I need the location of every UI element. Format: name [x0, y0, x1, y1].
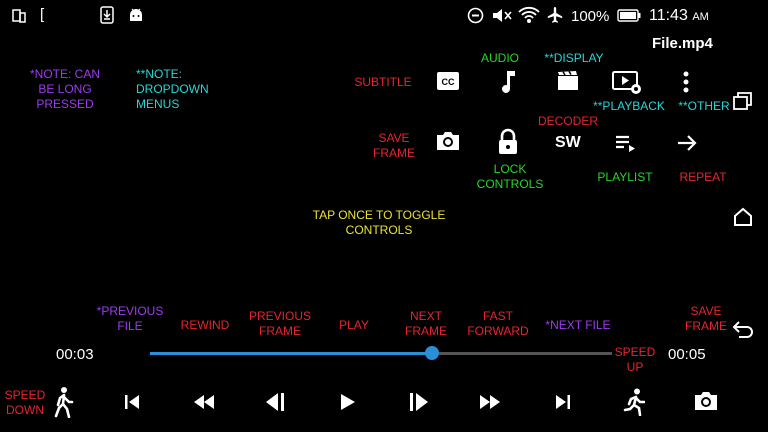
label-fast-forward: FAST FORWARD — [467, 309, 529, 338]
more-vertical-icon — [682, 71, 690, 93]
download-icon — [100, 6, 114, 29]
camera-icon — [435, 130, 461, 152]
more-options-button[interactable] — [682, 71, 690, 93]
recent-apps-icon — [733, 92, 753, 110]
battery-icon — [617, 9, 641, 27]
fast-forward-button[interactable] — [479, 395, 501, 409]
lock-icon — [497, 128, 519, 156]
label-speed-up: SPEED UP — [614, 345, 656, 374]
display-button[interactable] — [556, 70, 580, 92]
next-file-button[interactable] — [555, 394, 571, 410]
total-time: 00:05 — [668, 346, 706, 363]
speed-up-button[interactable] — [623, 388, 645, 416]
label-save-frame-bottom: SAVE FRAME — [685, 304, 727, 333]
home-icon — [733, 207, 753, 227]
wifi-icon — [518, 5, 540, 30]
running-person-icon — [623, 388, 645, 416]
walking-person-icon — [52, 386, 74, 418]
subtitle-button[interactable]: CC — [436, 71, 460, 91]
clock-ampm: AM — [692, 11, 709, 23]
save-frame-top-button[interactable] — [435, 130, 461, 152]
back-button[interactable] — [731, 320, 755, 340]
label-play: PLAY — [339, 318, 369, 332]
seek-bar[interactable] — [150, 346, 612, 360]
label-save-frame-top: SAVE FRAME — [373, 131, 415, 160]
label-next-frame: NEXT FRAME — [405, 309, 447, 338]
fast-forward-icon — [479, 395, 501, 409]
battery-percent: 100% — [571, 8, 610, 25]
label-other: **OTHER — [678, 99, 730, 113]
frame-forward-icon — [408, 392, 430, 412]
clapperboard-icon — [556, 70, 580, 92]
label-decoder: DECODER — [537, 114, 598, 128]
label-display: **DISPLAY — [544, 51, 604, 65]
rewind-button[interactable] — [193, 395, 215, 409]
seek-thumb[interactable] — [424, 346, 439, 360]
lock-controls-button[interactable] — [497, 128, 519, 156]
seek-progress — [150, 352, 432, 355]
mute-icon — [492, 7, 512, 29]
home-button[interactable] — [733, 207, 753, 227]
current-time: 00:03 — [56, 346, 94, 363]
airplane-icon — [546, 6, 564, 29]
label-rewind: REWIND — [180, 318, 230, 332]
svg-text:CC: CC — [442, 77, 455, 87]
status-bar: [ 100% 11:43 AM — [0, 0, 768, 32]
label-subtitle: SUBTITLE — [354, 75, 412, 89]
android-icon — [128, 6, 144, 29]
repeat-button[interactable] — [676, 133, 698, 153]
rewind-icon — [193, 395, 215, 409]
previous-frame-button[interactable] — [264, 392, 286, 412]
file-title: File.mp4 — [652, 35, 713, 52]
label-playlist: PLAYLIST — [597, 170, 653, 184]
decoder-button[interactable]: SW — [555, 134, 581, 152]
clock-time: 11:43 — [649, 7, 688, 24]
bracket-icon: [ — [40, 6, 45, 23]
play-button[interactable] — [340, 393, 356, 411]
playback-gear-icon — [612, 70, 644, 96]
label-playback: **PLAYBACK — [593, 99, 665, 113]
note-dropdown-menus: **NOTE: DROPDOWN MENUS — [136, 67, 209, 111]
speed-down-button[interactable] — [52, 386, 74, 418]
playlist-icon — [615, 134, 637, 152]
previous-file-button[interactable] — [124, 394, 140, 410]
clock: 11:43 AM — [649, 7, 709, 25]
save-frame-bottom-button[interactable] — [693, 390, 719, 412]
cc-icon: CC — [436, 71, 460, 91]
frame-back-icon — [264, 392, 286, 412]
skip-previous-icon — [124, 394, 140, 410]
playlist-button[interactable] — [615, 134, 637, 152]
next-frame-button[interactable] — [408, 392, 430, 412]
audio-button[interactable] — [498, 69, 518, 95]
skip-next-icon — [555, 394, 571, 410]
data-saver-icon — [467, 7, 484, 29]
playback-settings-button[interactable] — [612, 70, 644, 96]
label-previous-file: *PREVIOUS FILE — [96, 304, 164, 333]
label-previous-frame: PREVIOUS FRAME — [248, 309, 311, 338]
music-note-icon — [498, 69, 518, 95]
label-audio: AUDIO — [480, 51, 519, 65]
note-long-press: *NOTE: CAN BE LONG PRESSED — [29, 67, 100, 111]
recent-apps-button[interactable] — [733, 92, 753, 110]
toggle-controls-hint: TAP ONCE TO TOGGLE CONTROLS — [312, 208, 446, 237]
label-repeat: REPEAT — [679, 170, 727, 184]
label-next-file: *NEXT FILE — [545, 318, 611, 332]
screen-mirror-icon — [12, 8, 26, 29]
label-speed-down: SPEED DOWN — [4, 388, 46, 417]
label-lock-controls: LOCK CONTROLS — [476, 162, 544, 191]
play-icon — [340, 393, 356, 411]
back-arrow-icon — [731, 320, 755, 340]
camera-icon — [693, 390, 719, 412]
arrow-right-icon — [676, 133, 698, 153]
